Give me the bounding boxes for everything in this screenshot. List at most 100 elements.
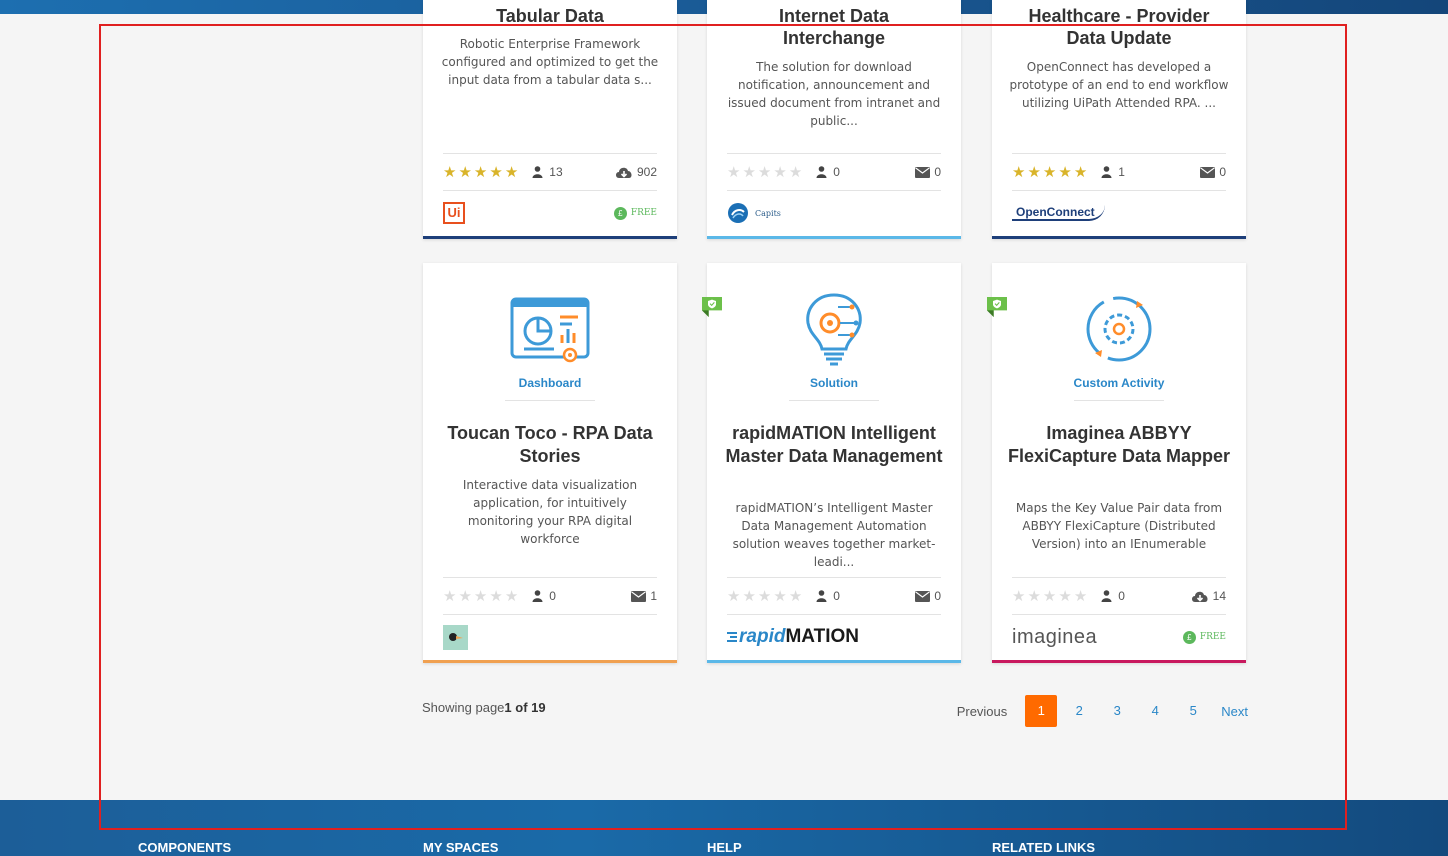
certified-badge-icon — [702, 297, 722, 317]
star-icon: ★ — [727, 163, 741, 181]
free-label: FREE — [630, 208, 657, 218]
star-icon: ★ — [1012, 163, 1026, 181]
card-description: rapidMATION’s Intelligent Master Data Ma… — [732, 501, 936, 569]
capits-logo-text: Capits — [755, 208, 781, 218]
star-icon: ★ — [1042, 163, 1057, 181]
card-category[interactable]: Solution — [707, 376, 961, 390]
speed-lines-icon — [727, 630, 737, 644]
star-icon: ★ — [773, 587, 787, 605]
star-icon: ★ — [742, 587, 756, 605]
card-title-line1: Internet Data — [778, 6, 890, 26]
message-count-value: 0 — [1219, 165, 1226, 179]
user-count-value: 0 — [833, 165, 840, 179]
capits-logo-icon — [728, 203, 748, 223]
page-4-button[interactable]: 4 — [1139, 695, 1171, 727]
star-icon: ★ — [443, 163, 457, 181]
card-title[interactable]: Toucan Toco - RPA Data Stories — [437, 422, 663, 468]
site-footer: COMPONENTS MY SPACES HELP RELATED LINKS — [0, 800, 1448, 856]
page-2-button[interactable]: 2 — [1063, 695, 1095, 727]
imaginea-logo: imaginea — [1012, 625, 1098, 648]
card-imaginea-abbyy[interactable]: Custom Activity Imaginea ABBYY FlexiCapt… — [987, 263, 1246, 663]
card-category[interactable]: Dashboard — [423, 376, 677, 390]
user-icon — [532, 166, 543, 178]
star-icon: ★ — [1027, 587, 1041, 605]
user-icon — [1101, 590, 1112, 602]
message-count: 1 — [631, 589, 657, 603]
cloud-download-icon — [1191, 591, 1208, 602]
next-button[interactable]: Next — [1221, 704, 1248, 719]
card-toucan-toco[interactable]: Dashboard Toucan Toco - RPA Data Stories… — [423, 263, 677, 663]
card-title-line1: Healthcare - Provider — [1028, 6, 1210, 26]
user-count: 1 — [1101, 165, 1125, 179]
user-count-value: 1 — [1118, 165, 1125, 179]
message-count-value: 0 — [934, 165, 941, 179]
card-description: OpenConnect has developed a prototype of… — [1009, 60, 1229, 110]
envelope-icon — [631, 590, 647, 602]
card-category[interactable]: Custom Activity — [992, 376, 1246, 390]
star-icon: ★ — [473, 163, 488, 181]
card-accent-line — [707, 236, 961, 239]
rating-stars: ★ ★ ★ ★ ★ — [443, 165, 520, 180]
message-count-value: 0 — [934, 589, 941, 603]
card-stats: ★ ★ ★ ★ ★ 1 0 — [1012, 153, 1226, 191]
category-divider — [505, 400, 595, 401]
paging-prefix: Showing page — [422, 700, 505, 715]
card-footer: Ui £ FREE — [443, 191, 657, 235]
star-icon: ★ — [504, 587, 519, 605]
user-icon — [1101, 166, 1112, 178]
star-icon: ★ — [788, 587, 803, 605]
rating-stars: ★ ★ ★ ★ ★ — [727, 589, 804, 604]
paging-summary: Showing page1 of 19 — [422, 700, 546, 715]
card-title[interactable]: rapidMATION Intelligent Master Data Mana… — [721, 422, 947, 468]
download-count-value: 902 — [636, 165, 657, 179]
toucan-toco-logo-icon — [443, 624, 468, 650]
free-badge: £ FREE — [613, 206, 657, 220]
message-count-value: 1 — [650, 589, 657, 603]
card-description: The solution for download notification, … — [727, 60, 941, 128]
card-footer — [443, 615, 657, 659]
footer-heading-components: COMPONENTS — [138, 840, 232, 855]
download-count-value: 14 — [1212, 589, 1226, 603]
card-stats: ★ ★ ★ ★ ★ 0 1 — [443, 577, 657, 615]
star-icon: ★ — [1042, 587, 1057, 605]
card-footer: imaginea £ FREE — [1012, 615, 1226, 659]
envelope-icon — [915, 166, 931, 178]
star-icon: ★ — [1027, 163, 1041, 181]
cloud-download-icon — [615, 167, 632, 178]
card-footer: OpenConnect — [1012, 191, 1226, 235]
footer-heading-related-links: RELATED LINKS — [992, 840, 1096, 855]
previous-button[interactable]: Previous — [957, 704, 1008, 719]
user-count: 0 — [816, 589, 840, 603]
logo-part-mation: MATION — [785, 626, 859, 647]
lightbulb-gear-icon — [806, 293, 862, 366]
envelope-icon — [1200, 166, 1216, 178]
page-1-button[interactable]: 1 — [1025, 695, 1058, 727]
card-rapidmation[interactable]: Solution rapidMATION Intelligent Master … — [702, 263, 961, 663]
user-icon — [816, 590, 827, 602]
page-5-button[interactable]: 5 — [1177, 695, 1209, 727]
card-stats: ★ ★ ★ ★ ★ 0 14 — [1012, 577, 1226, 615]
user-count-value: 0 — [1118, 589, 1125, 603]
card-internet-data-interchange[interactable]: Internet Data Interchange The solution f… — [707, 0, 961, 239]
card-stats: ★ ★ ★ ★ ★ 13 902 — [443, 153, 657, 191]
card-footer: Capits — [727, 191, 941, 235]
card-accent-line — [992, 236, 1246, 239]
rating-stars: ★ ★ ★ ★ ★ — [1012, 165, 1089, 180]
card-title-line2: Data Update — [1066, 28, 1172, 48]
star-icon: ★ — [773, 163, 787, 181]
star-icon: ★ — [757, 163, 772, 181]
card-title[interactable]: Imaginea ABBYY FlexiCapture Data Mapper — [1006, 422, 1232, 468]
user-count-value: 0 — [549, 589, 556, 603]
card-tabular-data[interactable]: Tabular Data Robotic Enterprise Framewor… — [423, 0, 677, 239]
star-icon: ★ — [504, 163, 519, 181]
certified-badge-icon — [987, 297, 1007, 317]
card-accent-line — [992, 660, 1246, 663]
user-count: 13 — [532, 165, 563, 179]
card-healthcare-provider-data-update[interactable]: Healthcare - Provider Data Update OpenCo… — [992, 0, 1246, 239]
user-icon — [816, 166, 827, 178]
message-count: 0 — [915, 165, 941, 179]
dashboard-icon — [510, 297, 590, 363]
pound-icon: £ — [613, 206, 627, 220]
page-3-button[interactable]: 3 — [1101, 695, 1133, 727]
free-label: FREE — [1199, 632, 1226, 642]
